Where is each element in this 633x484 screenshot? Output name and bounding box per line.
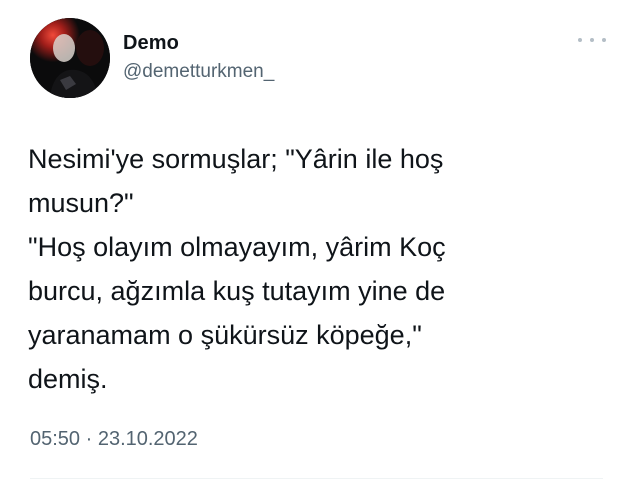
- tweet-text-line: yaranamam o şükürsüz köpeğe,": [28, 320, 422, 350]
- tweet-text-line: demiş.: [28, 364, 108, 394]
- tweet-text-line: musun?": [28, 188, 134, 218]
- avatar[interactable]: [30, 18, 110, 98]
- tweet-timestamp[interactable]: 05:50 · 23.10.2022: [30, 428, 198, 451]
- author-handle[interactable]: @demetturkmen_: [123, 61, 274, 83]
- divider: [30, 478, 603, 479]
- more-horizontal-icon: [578, 38, 582, 42]
- profile-photo-icon: [30, 18, 110, 98]
- more-options-button[interactable]: [578, 30, 606, 50]
- more-horizontal-icon: [602, 38, 606, 42]
- tweet-text: Nesimi'ye sormuşlar; "Yârin ile hoş musu…: [28, 137, 613, 401]
- tweet-card: Demo @demetturkmen_ Nesimi'ye sormuşlar;…: [0, 0, 633, 484]
- tweet-text-line: burcu, ağzımla kuş tutayım yine de: [28, 276, 446, 306]
- tweet-text-line: "Hoş olayım olmayayım, yârim Koç: [28, 232, 446, 262]
- tweet-text-line: Nesimi'ye sormuşlar; "Yârin ile hoş: [28, 144, 444, 174]
- author-name[interactable]: Demo: [123, 32, 179, 55]
- more-horizontal-icon: [590, 38, 594, 42]
